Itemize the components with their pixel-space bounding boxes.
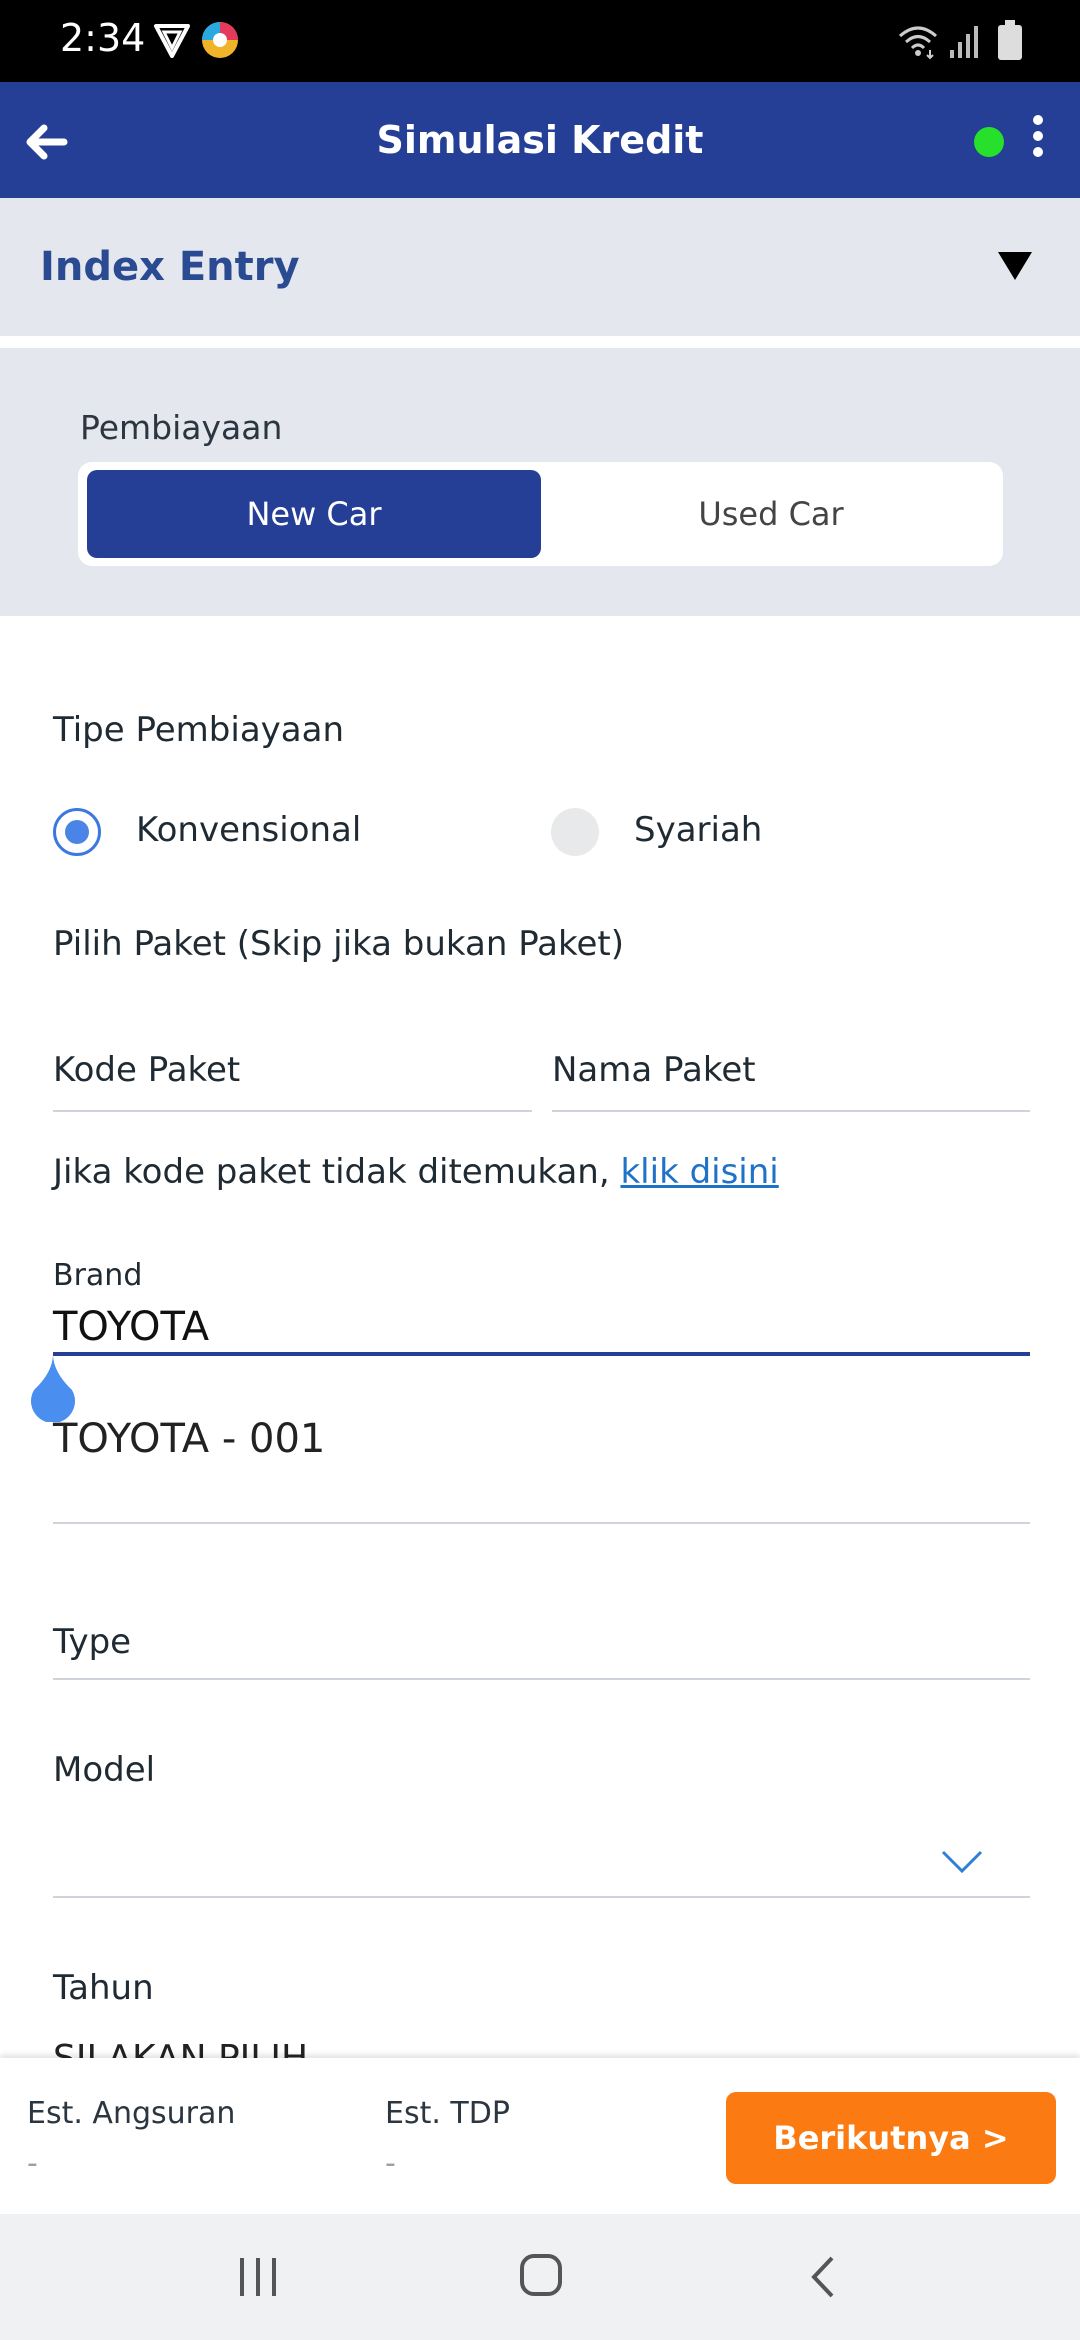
klik-disini-link[interactable]: klik disini <box>620 1152 778 1192</box>
tahun-dropdown[interactable]: SILAKAN PILIH <box>53 2038 308 2058</box>
brand-label: Brand <box>53 1258 143 1293</box>
pilih-paket-label: Pilih Paket (Skip jika bukan Paket) <box>53 924 625 964</box>
tipe-pembiayaan-label: Tipe Pembiayaan <box>53 710 345 750</box>
used-car-button[interactable]: Used Car <box>548 470 994 558</box>
app-notification-icon <box>202 22 238 58</box>
radio-syariah[interactable] <box>551 808 599 856</box>
status-dot-icon <box>974 127 1004 157</box>
index-entry-header[interactable]: Index Entry <box>0 198 1080 336</box>
paket-not-found-message: Jika kode paket tidak ditemukan, <box>53 1152 621 1192</box>
home-icon[interactable] <box>518 2252 564 2298</box>
more-vertical-icon[interactable] <box>1026 112 1050 160</box>
model-dropdown-underline[interactable] <box>53 1896 1030 1898</box>
page-title: Simulasi Kredit <box>376 118 704 162</box>
pembiayaan-label: Pembiayaan <box>80 408 283 447</box>
recent-apps-icon[interactable] <box>236 2254 282 2300</box>
nama-paket-field[interactable]: Nama Paket <box>552 1050 756 1090</box>
signal-icon <box>950 26 978 58</box>
konvensional-label[interactable]: Konvensional <box>136 810 361 850</box>
system-nav-bar <box>0 2214 1080 2340</box>
back-nav-icon[interactable] <box>808 2254 836 2300</box>
radio-konvensional[interactable] <box>53 808 101 856</box>
kode-paket-field[interactable]: Kode Paket <box>53 1050 240 1090</box>
est-angsuran-label: Est. Angsuran <box>27 2096 236 2131</box>
pembiayaan-panel: Pembiayaan New Car Used Car <box>0 348 1080 616</box>
model-label: Model <box>53 1750 156 1790</box>
brand-underline <box>53 1352 1030 1356</box>
suggestion-divider <box>53 1522 1030 1524</box>
est-tdp-value: - <box>385 2146 396 2181</box>
type-underline <box>53 1678 1030 1680</box>
kode-paket-underline <box>53 1110 532 1112</box>
app-bar: Simulasi Kredit <box>0 82 1080 198</box>
text-cursor-handle-icon[interactable] <box>26 1352 80 1422</box>
paket-not-found-text: Jika kode paket tidak ditemukan, klik di… <box>53 1152 779 1192</box>
brand-input[interactable]: TOYOTA <box>53 1304 209 1350</box>
radio-selected-dot <box>65 820 89 844</box>
est-tdp-label: Est. TDP <box>385 2096 510 2131</box>
chevron-down-icon[interactable] <box>940 1848 984 1876</box>
nama-paket-underline <box>552 1110 1030 1112</box>
wifi-icon <box>899 26 937 60</box>
tahun-label: Tahun <box>53 1968 154 2008</box>
new-car-button[interactable]: New Car <box>87 470 541 558</box>
brand-suggestion-item[interactable]: TOYOTA - 001 <box>53 1416 325 1462</box>
battery-icon <box>998 20 1022 60</box>
type-field[interactable]: Type <box>53 1622 131 1662</box>
berikutnya-button[interactable]: Berikutnya > <box>726 2092 1056 2184</box>
triangle-down-icon[interactable] <box>996 250 1034 282</box>
syariah-label[interactable]: Syariah <box>634 810 762 850</box>
vpn-shield-icon <box>154 24 190 58</box>
est-angsuran-value: - <box>27 2146 38 2181</box>
estimate-summary-bar: Est. Angsuran - Est. TDP - Berikutnya > <box>0 2058 1080 2214</box>
status-bar: 2:34 <box>0 0 1080 82</box>
status-time: 2:34 <box>60 16 146 60</box>
pembiayaan-segmented-control: New Car Used Car <box>78 462 1003 566</box>
index-entry-label: Index Entry <box>40 244 300 290</box>
